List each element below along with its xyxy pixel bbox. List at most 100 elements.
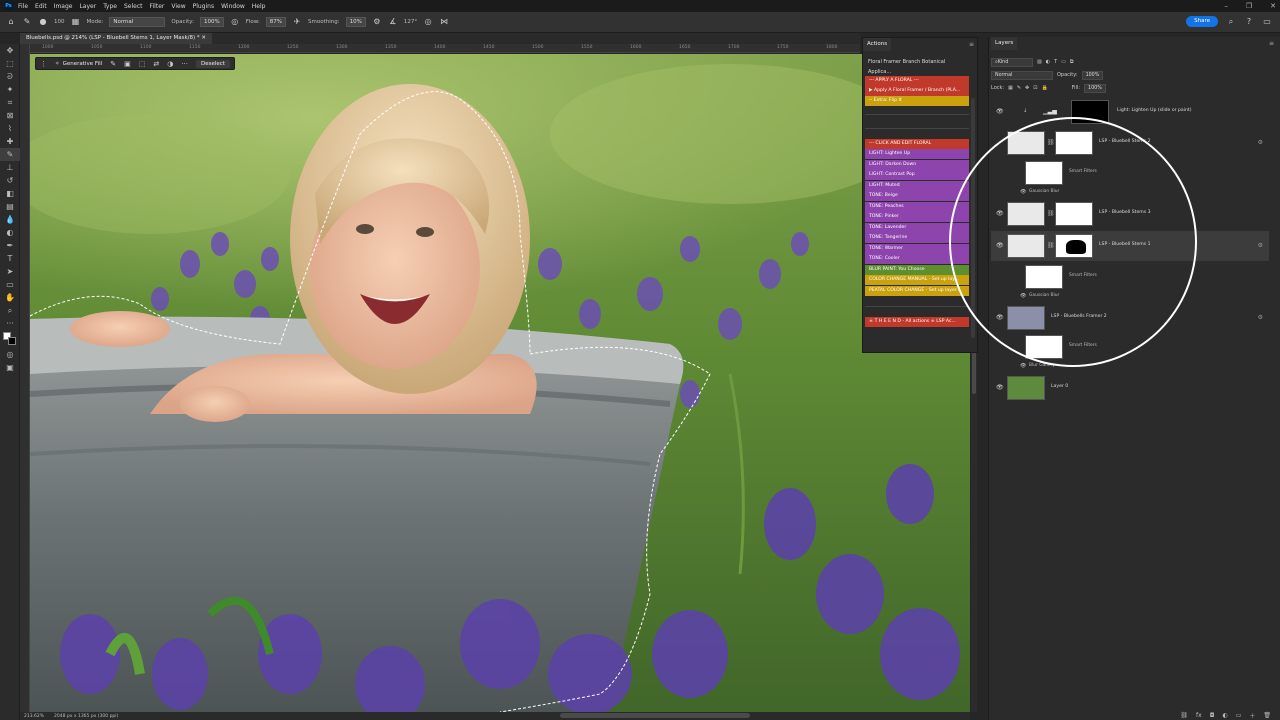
chain-icon[interactable]: ⛓ [1047,139,1055,146]
panel-menu-icon[interactable]: ≡ [969,41,974,48]
menu-window[interactable]: Window [221,3,245,10]
mask-icon[interactable]: ◑ [167,60,173,68]
filter-mask-thumbnail[interactable] [1025,265,1063,289]
smart-filter-icon[interactable]: ⚙ [1258,314,1263,321]
angle-value[interactable]: 127° [404,19,417,25]
healing-tool-icon[interactable]: ✚ [0,135,20,148]
add-style-icon[interactable]: fx [1196,712,1202,719]
filter-row[interactable]: 👁 Blur Gallery [991,359,1269,373]
lock-position-icon[interactable]: ✥ [1025,85,1029,91]
close-icon[interactable]: ✕ [1270,0,1276,12]
gradient-tool-icon[interactable]: ▤ [0,200,20,213]
action-item[interactable]: LIGHT: Lighten Up [865,149,969,159]
zoom-tool-icon[interactable]: ⌕ [0,304,20,317]
layer-row[interactable]: ⛓ LSP - Bluebell Stems 2 ⚙ [991,128,1269,158]
airbrush-icon[interactable]: ✈ [292,17,302,27]
filter-shape-icon[interactable]: ▭ [1061,59,1066,65]
canvas-horizontal-scrollbar[interactable] [560,713,750,718]
pen-tool-icon[interactable]: ✒ [0,239,20,252]
smart-filter-icon[interactable]: ⚙ [1258,139,1263,146]
smart-filter-icon[interactable]: ⚙ [1258,242,1263,249]
filter-row[interactable]: 👁 Gaussian Blur [991,185,1269,199]
filter-pixel-icon[interactable]: ▨ [1037,59,1042,65]
filter-smart-icon[interactable]: ⧉ [1070,59,1074,65]
dodge-tool-icon[interactable]: ◐ [0,226,20,239]
eye-icon[interactable]: 👁 [996,314,1004,321]
vertical-ruler[interactable] [20,44,30,712]
menu-view[interactable]: View [171,3,185,10]
action-item[interactable]: LIGHT: Muted [865,181,969,191]
zoom-status[interactable]: 213.62% [24,714,44,719]
history-brush-tool-icon[interactable]: ↺ [0,174,20,187]
eye-icon[interactable]: 👁 [996,242,1004,249]
eye-icon[interactable]: 👁 [1020,189,1026,195]
layer-thumbnail[interactable] [1007,131,1045,155]
action-item[interactable]: ☠ T H E E N D - All actions ☠ LSP Ac... [865,317,969,327]
screen-mode-icon[interactable]: ▣ [0,361,20,374]
mode-select[interactable]: Normal [109,17,166,27]
gear-icon[interactable]: ⚙ [372,17,382,27]
actions-scrollbar[interactable] [971,98,975,338]
hand-tool-icon[interactable]: ✋ [0,291,20,304]
action-item[interactable]: TONE: Tangerine [865,233,969,243]
action-item[interactable]: TONE: Peaches [865,202,969,212]
eyedropper-tool-icon[interactable]: ⌇ [0,122,20,135]
action-item[interactable]: PEATAL COLOR CHANGE - Set up layer... [865,286,969,296]
brush-tool-icon[interactable]: ✎ [0,148,20,161]
actions-tab[interactable]: Actions [863,38,892,51]
menu-help[interactable]: Help [252,3,266,10]
layer-row[interactable]: 👁 LSP - Bluebells Framer 2 ⚙ [991,303,1269,333]
menu-edit[interactable]: Edit [35,3,47,10]
layer-row[interactable]: 👁 Layer 0 [991,373,1269,403]
eraser-tool-icon[interactable]: ◧ [0,187,20,200]
opacity-field[interactable]: 100% [199,17,224,27]
modify-selection-icon[interactable]: ✎ [110,60,116,68]
eye-icon[interactable]: 👁 [996,108,1004,115]
brush-tool-icon[interactable]: ✎ [22,17,32,27]
layer-mask-thumbnail[interactable] [1055,234,1093,258]
layer-thumbnail[interactable] [1007,306,1045,330]
filter-mask-thumbnail[interactable] [1025,161,1063,185]
layer-row-selected[interactable]: 👁 ⛓ LSP - Bluebell Stems 1 ⚙ [991,231,1269,261]
layer-opacity-field[interactable]: 100% [1081,70,1104,80]
delete-layer-icon[interactable]: 🗑 [1263,712,1271,719]
layer-thumbnail[interactable] [1007,376,1045,400]
filter-mask-thumbnail[interactable] [1025,335,1063,359]
symmetry-icon[interactable]: ⋈ [439,17,449,27]
action-item[interactable]: TONE: Pinker [865,212,969,222]
menu-select[interactable]: Select [124,3,143,10]
horizontal-ruler[interactable]: 1000 1050 1100 1150 1200 1250 1300 1350 1400 1450… [30,44,860,53]
blend-mode-select[interactable]: Normal [991,70,1053,80]
smart-filters-row[interactable]: Smart Filters [991,335,1269,359]
smoothing-field[interactable]: 10% [345,17,366,27]
action-item[interactable]: BLUR PAINT: You Choose [865,265,969,275]
smart-filters-row[interactable]: Smart Filters [991,265,1269,289]
shape-tool-icon[interactable]: ▭ [0,278,20,291]
quick-mask-icon[interactable]: ◎ [0,348,20,361]
new-group-icon[interactable]: ▭ [1236,712,1242,719]
more-options-icon[interactable]: ··· [181,60,188,68]
action-item[interactable]: TONE: Cooler [865,254,969,264]
crop-tool-icon[interactable]: ⌗ [0,96,20,109]
color-swatches[interactable] [0,330,19,348]
blur-tool-icon[interactable]: 💧 [0,213,20,226]
type-tool-icon[interactable]: T [0,252,20,265]
help-icon[interactable]: ? [1244,17,1254,27]
angle-icon[interactable]: ∡ [388,17,398,27]
invert-selection-icon[interactable]: ⇄ [153,60,159,68]
action-item[interactable]: LIGHT: Darken Down [865,160,969,170]
eye-icon[interactable]: 👁 [996,384,1004,391]
pressure-size-icon[interactable]: ◎ [423,17,433,27]
layer-mask-thumbnail[interactable] [1055,131,1093,155]
eye-icon[interactable]: 👁 [1020,293,1026,299]
action-item[interactable]: COLOR CHANGE MANUAL - Set up lay... [865,275,969,285]
layer-thumbnail[interactable] [1007,202,1045,226]
eye-icon[interactable]: 👁 [1020,363,1026,369]
flow-field[interactable]: 87% [265,17,287,27]
action-item[interactable]: --- CLICK AND EDIT FLORAL [865,139,969,149]
search-icon[interactable]: ⌕ [1226,17,1236,27]
layer-mask-thumbnail[interactable] [1071,100,1109,124]
layer-mask-thumbnail[interactable] [1055,202,1093,226]
lasso-tool-icon[interactable]: ᘐ [0,70,20,83]
background-color[interactable] [8,337,16,345]
